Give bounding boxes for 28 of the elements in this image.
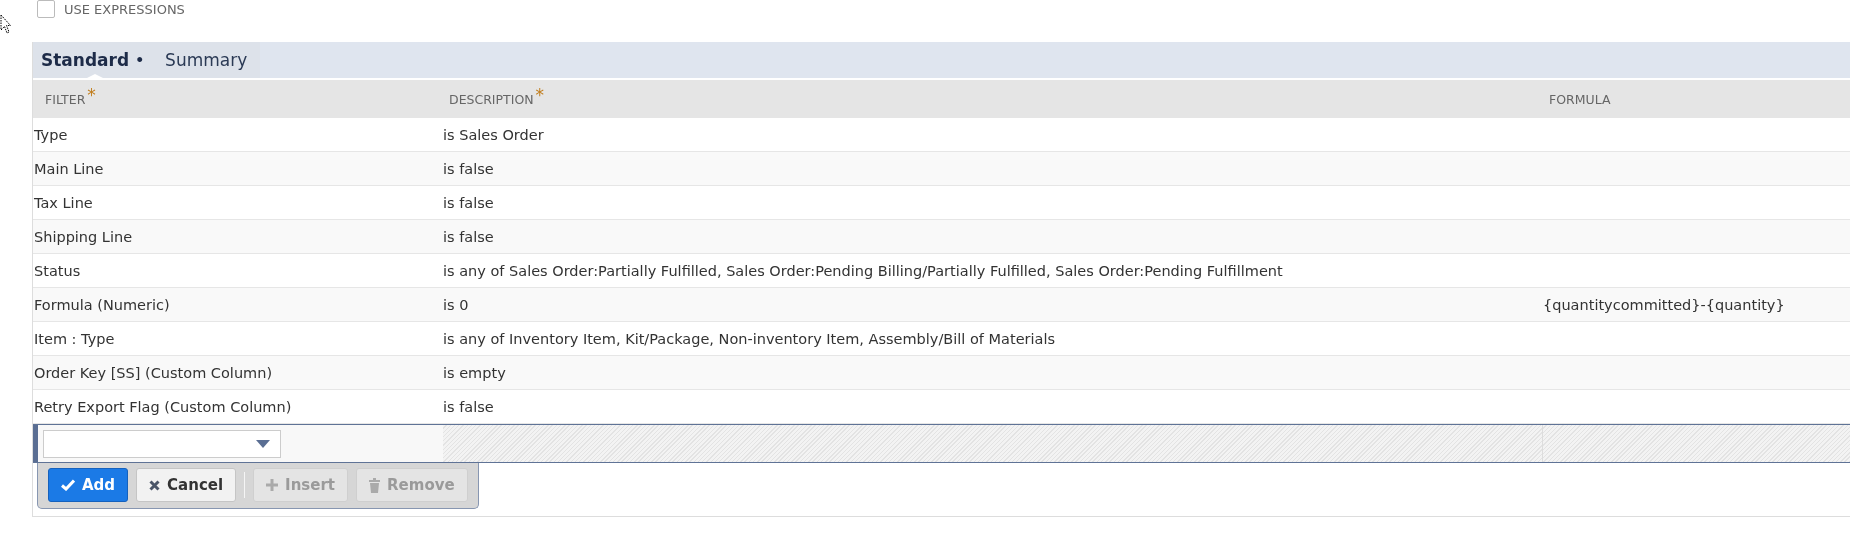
column-header: FORMULA (1549, 91, 1611, 107)
plus-icon (266, 479, 279, 491)
check-icon (61, 479, 75, 491)
filter-dropdown[interactable] (43, 429, 281, 458)
cross-icon (149, 479, 161, 491)
table-cell: Formula (Numeric) (33, 288, 443, 322)
column-header: DESCRIPTION (449, 91, 534, 107)
table-cell: Retry Export Flag (Custom Column) (33, 390, 443, 424)
table-cell: {quantitycommitted}-{quantity} (1543, 288, 1850, 322)
mouse-pointer-icon (0, 14, 11, 36)
table-cell: Shipping Line (33, 220, 443, 254)
checkbox[interactable] (37, 0, 55, 18)
required-mark: * (87, 85, 96, 105)
column-header: FILTER (45, 91, 86, 107)
table-cell: is false (443, 152, 1543, 186)
trash-icon (369, 477, 381, 493)
add-button[interactable]: Add (48, 468, 129, 502)
checkbox-label: USE EXPRESSIONS (64, 1, 185, 17)
tab[interactable]: Summary (157, 42, 261, 78)
table-cell: is empty (443, 356, 1543, 390)
table-cell: is false (443, 390, 1543, 424)
table-cell: Main Line (33, 152, 443, 186)
table-cell: is 0 (443, 288, 1543, 322)
cancel-button[interactable]: Cancel (136, 468, 237, 502)
table-cell: is false (443, 220, 1543, 254)
required-mark: * (535, 85, 545, 105)
caret-icon (256, 439, 270, 448)
table-cell: Order Key [SS] (Custom Column) (33, 356, 443, 390)
